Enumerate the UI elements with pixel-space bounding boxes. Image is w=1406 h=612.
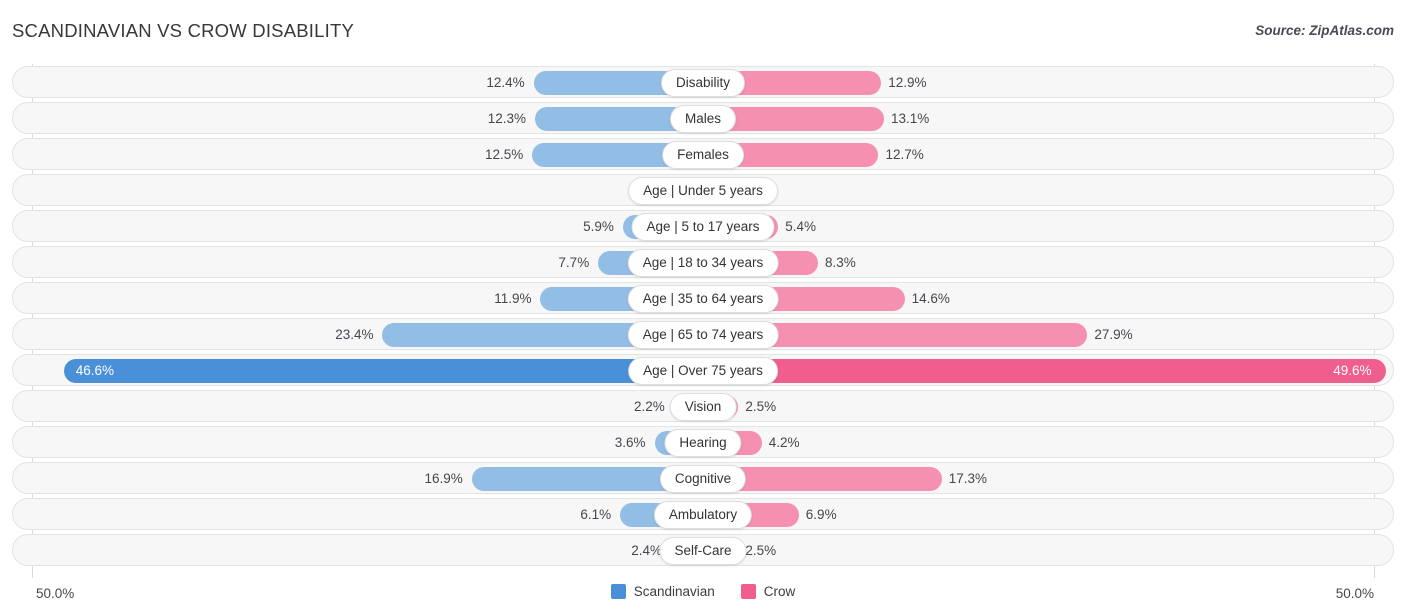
value-label-crow: 12.7% <box>885 147 924 162</box>
row-label-pill: Cognitive <box>659 465 747 493</box>
table-row[interactable]: 12.3% 13.1% Males <box>0 102 1406 134</box>
legend-label: Scandinavian <box>633 584 715 599</box>
row-track: 6.1% 6.9% Ambulatory <box>12 498 1394 530</box>
page-title: SCANDINAVIAN VS CROW DISABILITY <box>12 20 355 41</box>
row-label-pill: Disability <box>660 69 746 97</box>
value-label-crow: 5.4% <box>785 219 816 234</box>
row-track: 46.6% 49.6% Age | Over 75 years <box>12 354 1394 386</box>
row-label-pill: Age | 18 to 34 years <box>627 249 779 277</box>
value-label-crow: 17.3% <box>948 471 987 486</box>
chart-legend: Scandinavian Crow <box>0 584 1406 599</box>
legend-item[interactable]: Scandinavian <box>610 584 715 599</box>
value-label-crow: 14.6% <box>911 291 950 306</box>
table-row[interactable]: 1.5%1.2%Age | Under 5 years <box>0 174 1406 206</box>
table-row[interactable]: 2.2% 2.5% Vision <box>0 390 1406 422</box>
table-row[interactable]: 16.9% 17.3% Cognitive <box>0 462 1406 494</box>
row-track: 23.4% 27.9% Age | 65 to 74 years <box>12 318 1394 350</box>
row-label-pill: Age | 5 to 17 years <box>631 213 775 241</box>
legend-item[interactable]: Crow <box>740 584 796 599</box>
row-label-pill: Age | 35 to 64 years <box>627 285 779 313</box>
value-label-scandinavian: 2.4% <box>631 543 663 558</box>
row-track: 3.6% 4.2% Hearing <box>12 426 1394 458</box>
table-row[interactable]: 12.4% 12.9% Disability <box>0 66 1406 98</box>
table-row[interactable]: 11.9% 14.6% Age | 35 to 64 years <box>0 282 1406 314</box>
row-track: 12.4% 12.9% Disability <box>12 66 1394 98</box>
value-label-scandinavian: 12.5% <box>484 147 524 162</box>
row-track: 12.5% 12.7% Females <box>12 138 1394 170</box>
row-track: 2.2% 2.5% Vision <box>12 390 1394 422</box>
row-track: 1.5%1.2%Age | Under 5 years <box>12 174 1394 206</box>
source-attribution: Source: ZipAtlas.com <box>1255 23 1394 38</box>
value-label-scandinavian: 46.6% <box>75 363 114 378</box>
chart-header: SCANDINAVIAN VS CROW DISABILITY Source: … <box>0 0 1406 58</box>
row-label-pill: Hearing <box>664 429 742 457</box>
row-label-pill: Females <box>662 141 744 169</box>
value-label-crow: 6.9% <box>805 507 837 522</box>
row-track: 11.9% 14.6% Age | 35 to 64 years <box>12 282 1394 314</box>
table-row[interactable]: 46.6% 49.6% Age | Over 75 years <box>0 354 1406 386</box>
table-row[interactable]: 2.4% 2.5% Self-Care <box>0 534 1406 566</box>
chart-rows: 12.4% 12.9% Disability 12.3% 13.1% Males 12.5%… <box>0 66 1406 570</box>
value-label-scandinavian: 5.9% <box>583 219 614 234</box>
value-label-crow: 12.9% <box>888 75 927 90</box>
row-label-pill: Vision <box>669 393 737 421</box>
row-label-pill: Age | Under 5 years <box>628 177 778 205</box>
value-label-crow: 8.3% <box>825 255 856 270</box>
value-label-crow: 13.1% <box>890 111 930 126</box>
value-label-crow: 2.5% <box>745 399 777 414</box>
value-label-crow: 4.2% <box>768 435 800 450</box>
value-label-scandinavian: 11.9% <box>494 291 532 306</box>
row-label-pill: Males <box>669 105 737 133</box>
row-label-pill: Age | 65 to 74 years <box>627 321 779 349</box>
bar-scandinavian <box>63 359 704 383</box>
row-track: 12.3% 13.1% Males <box>12 102 1394 134</box>
value-label-scandinavian: 7.7% <box>558 255 590 270</box>
value-label-scandinavian: 2.2% <box>634 399 665 414</box>
legend-swatch-icon <box>740 584 756 599</box>
row-label-pill: Self-Care <box>659 537 747 565</box>
table-row[interactable]: 12.5% 12.7% Females <box>0 138 1406 170</box>
table-row[interactable]: 5.9% 5.4% Age | 5 to 17 years <box>0 210 1406 242</box>
row-track: 5.9% 5.4% Age | 5 to 17 years <box>12 210 1394 242</box>
value-label-crow: 49.6% <box>1333 363 1372 378</box>
row-track: 16.9% 17.3% Cognitive <box>12 462 1394 494</box>
value-label-scandinavian: 12.3% <box>487 111 526 126</box>
bar-crow <box>704 359 1386 383</box>
value-label-scandinavian: 23.4% <box>335 327 374 342</box>
row-track: 2.4% 2.5% Self-Care <box>12 534 1394 566</box>
value-label-scandinavian: 12.4% <box>486 75 525 90</box>
legend-swatch-icon <box>610 584 626 599</box>
diverging-bar-chart: 12.4% 12.9% Disability 12.3% 13.1% Males 12.5%… <box>0 58 1406 612</box>
row-label-pill: Age | Over 75 years <box>628 357 778 385</box>
table-row[interactable]: 3.6% 4.2% Hearing <box>0 426 1406 458</box>
table-row[interactable]: 6.1% 6.9% Ambulatory <box>0 498 1406 530</box>
chart-footer: 50.0% 50.0% Scandinavian Crow <box>0 578 1406 612</box>
legend-label: Crow <box>763 584 796 599</box>
table-row[interactable]: 7.7% 8.3% Age | 18 to 34 years <box>0 246 1406 278</box>
row-label-pill: Ambulatory <box>653 501 753 529</box>
value-label-scandinavian: 6.1% <box>580 507 612 522</box>
table-row[interactable]: 23.4% 27.9% Age | 65 to 74 years <box>0 318 1406 350</box>
value-label-crow: 27.9% <box>1094 327 1133 342</box>
value-label-crow: 2.5% <box>745 543 777 558</box>
value-label-scandinavian: 3.6% <box>614 435 646 450</box>
row-track: 7.7% 8.3% Age | 18 to 34 years <box>12 246 1394 278</box>
value-label-scandinavian: 16.9% <box>424 471 463 486</box>
